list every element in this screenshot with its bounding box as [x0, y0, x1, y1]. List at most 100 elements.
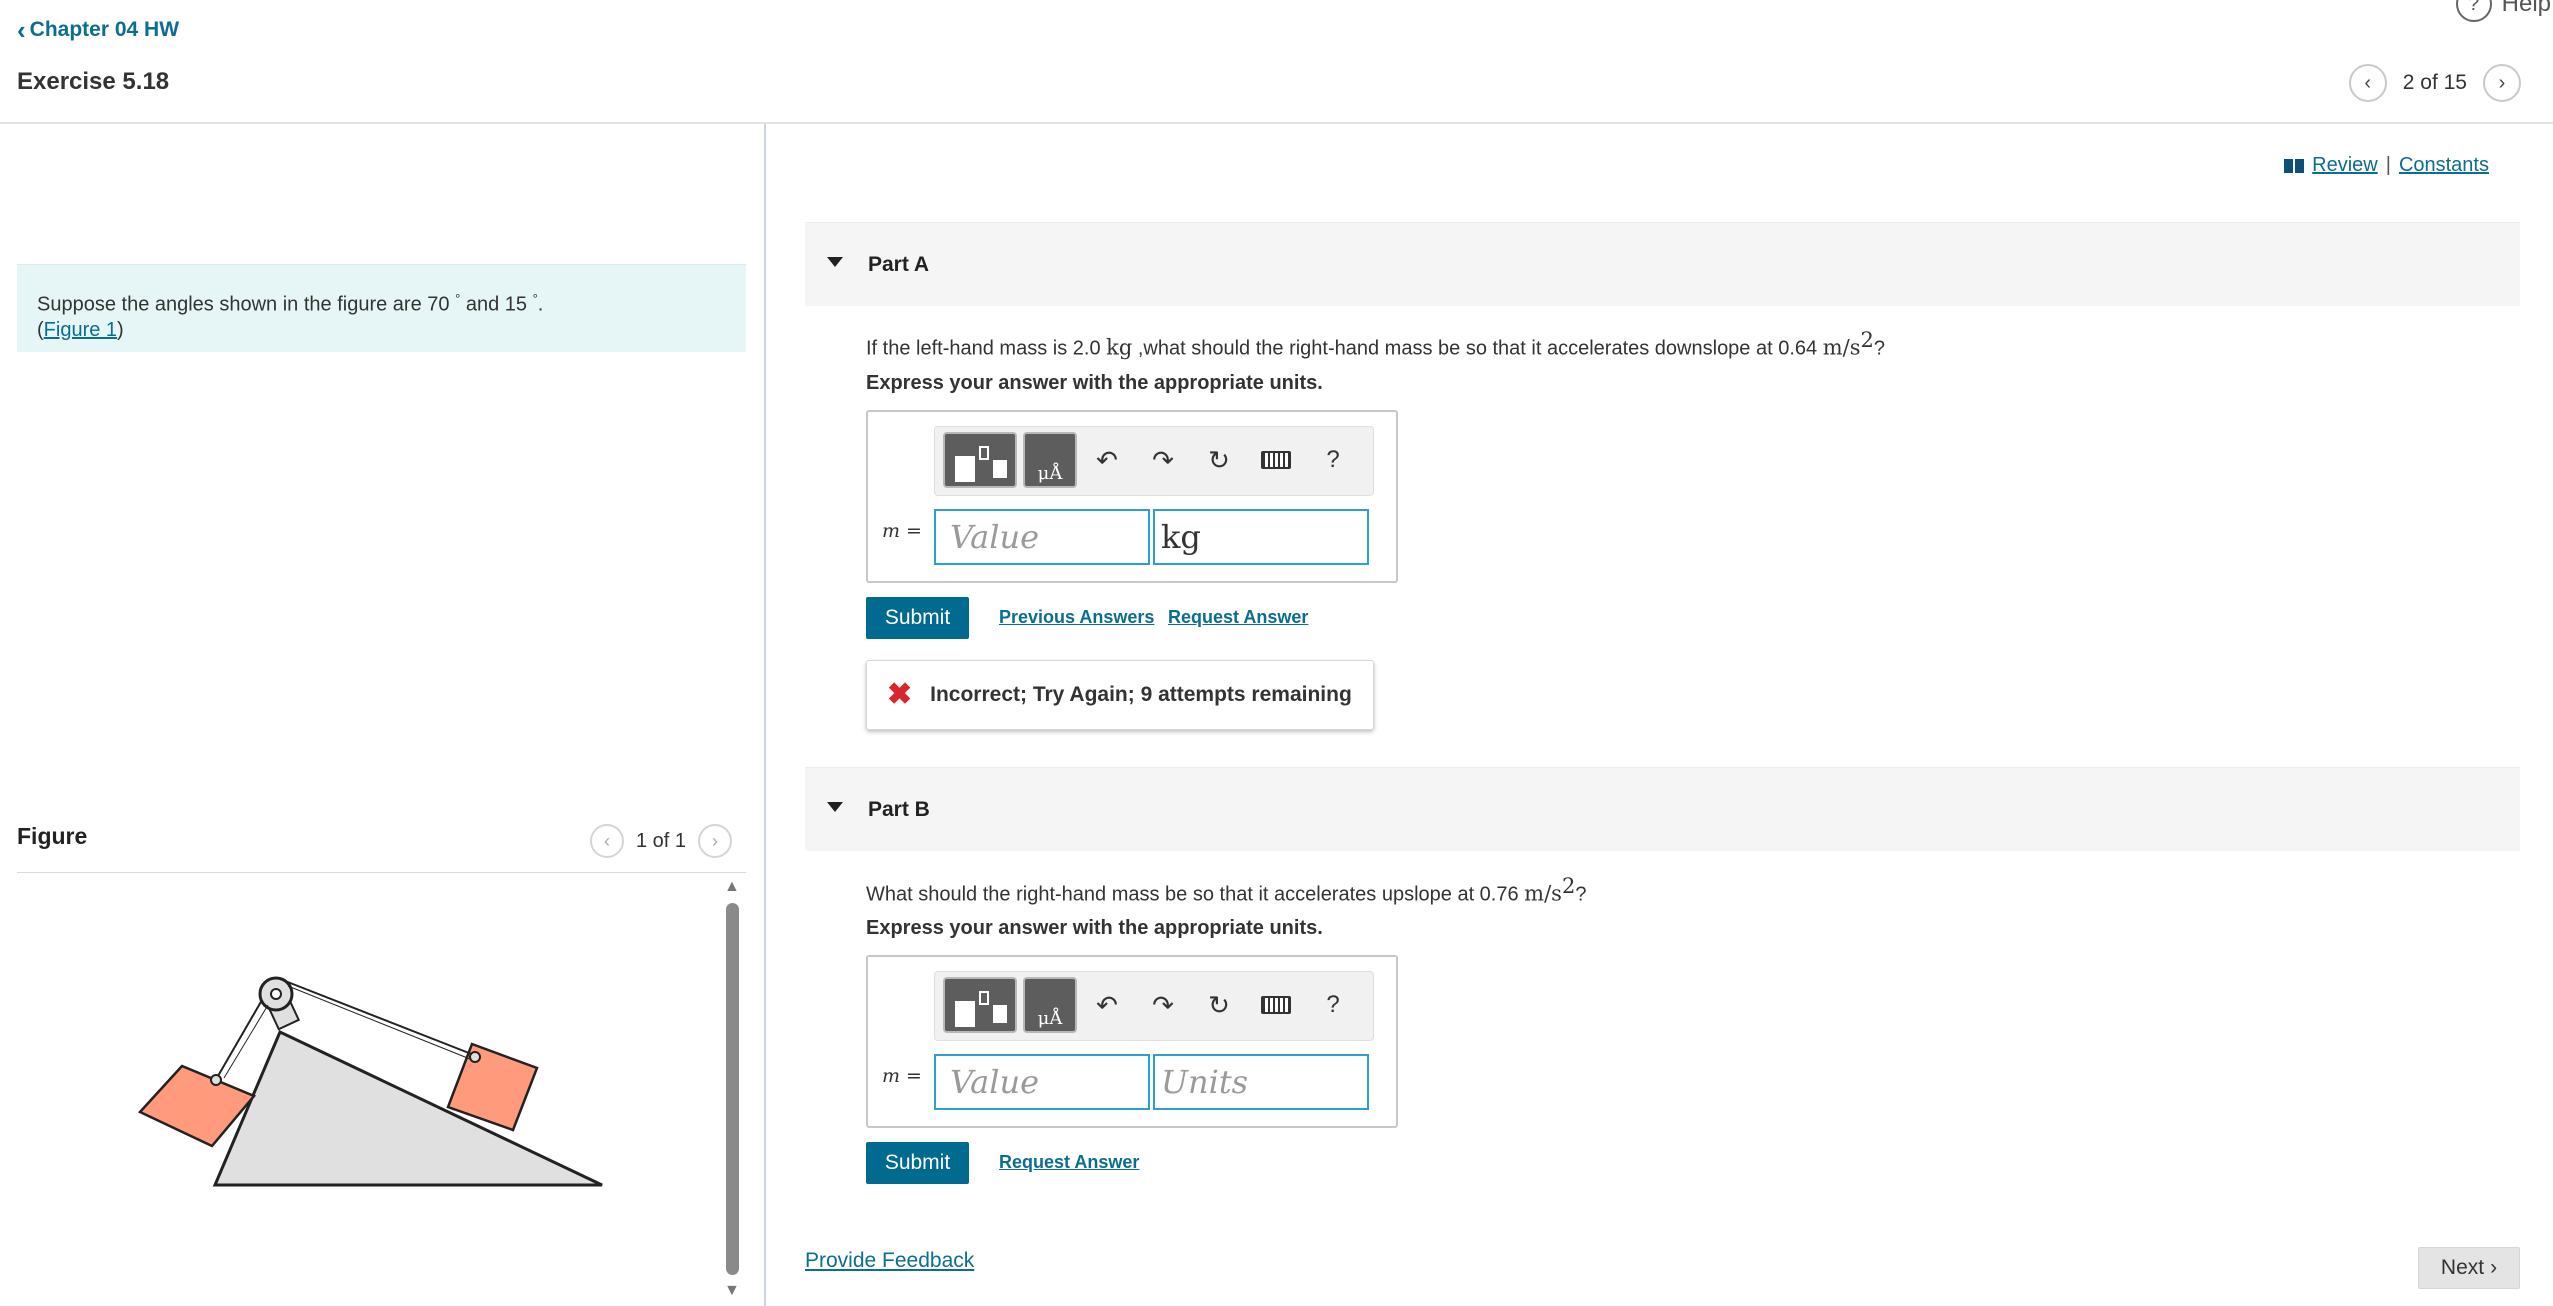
next-button[interactable]: Next ›	[2418, 1247, 2520, 1289]
next-figure-button[interactable]: ›	[698, 824, 733, 858]
tools-links: Review | Constants	[2284, 154, 2489, 177]
figure-heading: Figure	[17, 823, 88, 849]
units-button[interactable]: μÅ	[1023, 977, 1077, 1033]
right-rope	[279, 978, 475, 1056]
unit-exponent: 2	[1860, 328, 1874, 352]
undo-icon[interactable]: ↶	[1087, 980, 1127, 1030]
back-to-chapter-link[interactable]: ‹ Chapter 04 HW	[17, 17, 179, 43]
chevron-right-icon: ›	[712, 830, 719, 851]
help-link[interactable]: ? Help	[2455, 0, 2551, 22]
previous-figure-button[interactable]: ‹	[590, 824, 624, 858]
variable-label: m =	[882, 520, 922, 542]
collapse-triangle-icon	[827, 257, 843, 267]
question-text: ?	[1873, 337, 1885, 360]
chevron-left-icon: ‹	[2364, 71, 2372, 94]
part-b-header[interactable]: Part B	[805, 767, 2520, 851]
units-button[interactable]: μÅ	[1023, 432, 1077, 488]
part-a-header[interactable]: Part A	[805, 222, 2520, 306]
question-text: ,what should the right-hand mass be so t…	[1132, 337, 1823, 360]
column-divider	[764, 124, 766, 1306]
value-input[interactable]	[934, 1054, 1150, 1110]
right-hook	[469, 1051, 481, 1063]
accel-unit: m/s	[1822, 335, 1861, 360]
chevron-left-icon: ‹	[17, 15, 26, 45]
redo-icon[interactable]: ↷	[1143, 980, 1183, 1030]
intro-text-mid: and 15	[460, 293, 528, 316]
chevron-left-icon: ‹	[604, 830, 610, 851]
collapse-triangle-icon	[827, 802, 843, 812]
help-label: Help	[2501, 0, 2551, 17]
reset-icon[interactable]: ↻	[1199, 980, 1239, 1030]
math-toolbar: μÅ ↶ ↷ ↻ ?	[934, 426, 1374, 496]
incline-figure	[137, 976, 603, 1187]
figure-scroll-up[interactable]: ▲	[724, 878, 740, 896]
double-incline-wedge	[212, 1029, 603, 1187]
part-b-answer-box: μÅ ↶ ↷ ↻ ? m =	[866, 955, 1398, 1128]
review-link[interactable]: Review	[2312, 154, 2378, 177]
keyboard-icon[interactable]	[1261, 451, 1291, 469]
part-a-question: If the left-hand mass is 2.0 kg ,what sh…	[866, 328, 1885, 361]
math-toolbar: μÅ ↶ ↷ ↻ ?	[934, 971, 1374, 1041]
constants-link[interactable]: Constants	[2399, 154, 2489, 177]
problem-intro: Suppose the angles shown in the figure a…	[17, 264, 746, 352]
units-input[interactable]	[1153, 1054, 1369, 1110]
figure-divider	[17, 872, 746, 873]
units-input[interactable]	[1153, 509, 1369, 565]
provide-feedback-link[interactable]: Provide Feedback	[805, 1249, 974, 1273]
link-separator: |	[2385, 154, 2391, 176]
pulley-axle	[270, 988, 282, 1000]
previous-item-button[interactable]: ‹	[2348, 64, 2387, 102]
figure-scrollbar[interactable]	[726, 903, 739, 1275]
help-question-icon[interactable]: ?	[1313, 435, 1353, 485]
redo-icon[interactable]: ↷	[1143, 435, 1183, 485]
variable-label: m =	[882, 1065, 922, 1087]
reset-icon[interactable]: ↻	[1199, 435, 1239, 485]
question-text: ?	[1575, 883, 1587, 906]
error-x-icon: ✖	[887, 678, 913, 711]
intro-text-before: Suppose the angles shown in the figure a…	[37, 293, 450, 316]
chevron-right-icon: ›	[2490, 1256, 2498, 1279]
part-a-instructions: Express your answer with the appropriate…	[866, 372, 1323, 394]
part-b-submit-button[interactable]: Submit	[866, 1142, 969, 1184]
paren-close: )	[117, 318, 124, 341]
part-b-question: What should the right-hand mass be so th…	[866, 874, 1586, 907]
help-question-icon[interactable]: ?	[1313, 980, 1353, 1030]
part-b-label: Part B	[868, 798, 930, 821]
part-a-request-answer-link[interactable]: Request Answer	[1168, 607, 1308, 628]
figure-1-link[interactable]: Figure 1	[44, 319, 117, 341]
accel-unit: m/s	[1524, 881, 1562, 906]
previous-answers-link[interactable]: Previous Answers	[999, 607, 1154, 628]
left-rope	[217, 999, 263, 1077]
keyboard-icon[interactable]	[1261, 996, 1291, 1014]
units-button-label: μÅ	[1037, 1008, 1063, 1029]
figure-scroll-down[interactable]: ▼	[724, 1282, 740, 1300]
figure-pager: ‹ 1 of 1 ›	[590, 824, 733, 858]
part-a-answer-box: μÅ ↶ ↷ ↻ ? m =	[866, 410, 1398, 583]
mass-unit: kg	[1106, 335, 1133, 360]
help-icon: ?	[2455, 0, 2492, 22]
next-item-button[interactable]: ›	[2483, 64, 2521, 102]
back-link-label: Chapter 04 HW	[29, 18, 180, 41]
part-b-request-answer-link[interactable]: Request Answer	[999, 1152, 1139, 1173]
left-rope-2	[223, 1004, 269, 1079]
part-a-label: Part A	[868, 253, 930, 276]
header-divider	[0, 122, 2553, 124]
item-position: 2 of 15	[2402, 71, 2467, 94]
paren-open: (	[37, 318, 44, 341]
templates-button[interactable]	[943, 432, 1017, 488]
feedback-message: Incorrect; Try Again; 9 attempts remaini…	[930, 683, 1352, 706]
templates-button[interactable]	[943, 977, 1017, 1033]
undo-icon[interactable]: ↶	[1087, 435, 1127, 485]
next-label: Next	[2440, 1256, 2485, 1279]
figure-position: 1 of 1	[636, 829, 687, 852]
item-pager: ‹ 2 of 15 ›	[2348, 64, 2521, 102]
value-input[interactable]	[934, 509, 1150, 565]
units-button-label: μÅ	[1037, 463, 1063, 484]
left-hook	[210, 1074, 222, 1086]
book-icon	[2284, 158, 2305, 173]
part-a-submit-button[interactable]: Submit	[866, 597, 969, 639]
question-text: If the left-hand mass is 2.0	[866, 337, 1107, 360]
part-b-instructions: Express your answer with the appropriate…	[866, 917, 1323, 939]
exercise-title: Exercise 5.18	[17, 68, 170, 95]
chevron-right-icon: ›	[2498, 71, 2506, 94]
